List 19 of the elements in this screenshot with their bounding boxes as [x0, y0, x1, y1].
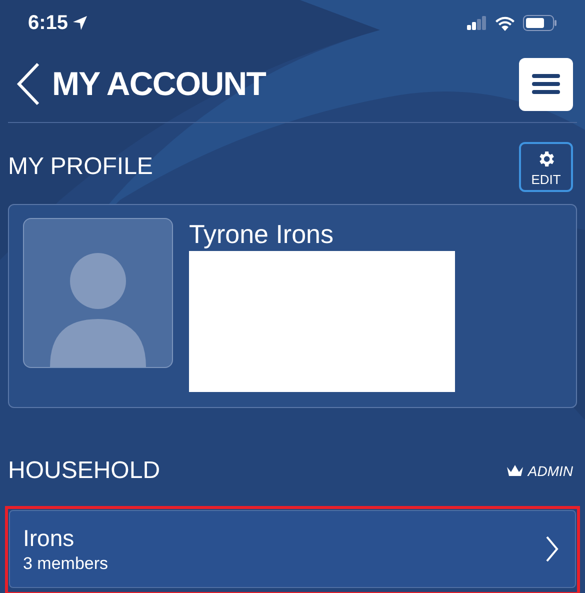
admin-label: ADMIN — [528, 462, 573, 480]
battery-icon — [523, 15, 557, 31]
section-heading: HOUSEHOLD — [8, 456, 160, 486]
edit-button[interactable]: EDIT — [519, 142, 573, 192]
crown-icon — [506, 464, 524, 478]
household-name: Irons — [23, 524, 76, 553]
wifi-icon — [495, 16, 515, 30]
profile-name: Tyrone Irons — [189, 218, 335, 250]
back-icon[interactable] — [16, 62, 40, 106]
menu-button[interactable] — [519, 58, 573, 110]
status-time: 6:15 — [28, 11, 68, 36]
chevron-right-icon — [545, 535, 559, 563]
signal-icon — [467, 16, 487, 30]
location-icon — [72, 15, 88, 31]
menu-icon — [532, 73, 560, 95]
member-count: 3 members — [23, 552, 108, 574]
section-heading: MY PROFILE — [8, 152, 153, 182]
page-title: MY ACCOUNT — [52, 64, 266, 104]
household-row[interactable]: Irons 3 members — [9, 510, 576, 588]
